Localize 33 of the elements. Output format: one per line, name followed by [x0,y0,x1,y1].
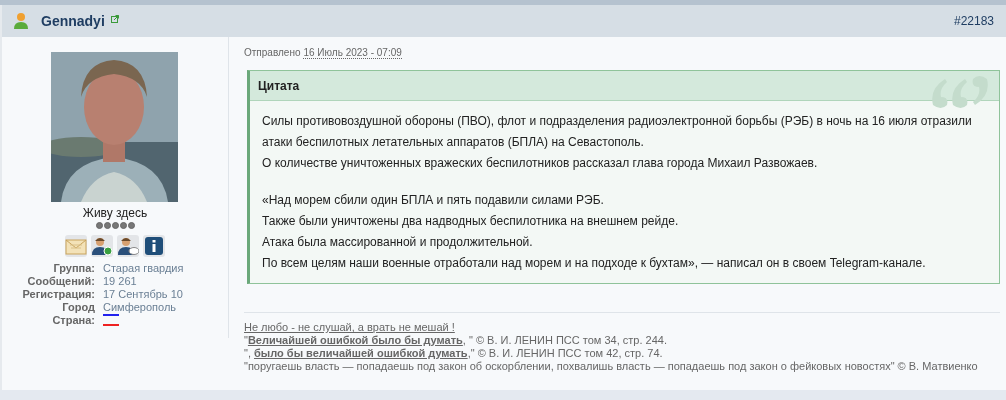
posted-label: Отправлено [244,47,301,59]
post-date: 16 Июль 2023 - 07:09 [303,47,402,59]
quote-text: Атака была массированной и продолжительной. [262,234,534,251]
quote-marks-icon [929,75,991,109]
field-label: Страна: [51,314,95,328]
field-value: Старая гвардия [103,262,185,274]
signature-link[interactable]: Не любо - не слушай, а врать не мешай ! [244,321,455,333]
quote-title: Цитата [258,78,300,93]
quote-text: По всем целям наши военные отработали над морем и на подходе к бухтам», — написал он в своем Telegram-канале. [262,255,927,272]
quote-text: атаки беспилотных летательных аппаратов (БПЛА) на Севастополь. [262,134,645,151]
member-title: Живу здесь [82,206,148,220]
field-value: 19 261 [103,275,138,287]
field-label: Регистрация: [21,288,95,300]
signature-text: "поругаешь власть — попадаешь под закон об оскорблении, похвалишь власть — попадаешь под закон о фейковых новостях" © В. Матвиенко [244,360,979,373]
post-number-link[interactable]: #22183 [953,14,994,28]
author-link[interactable]: Gennadyi [41,13,105,29]
field-label: Группа: [52,262,95,274]
external-link-icon[interactable] [110,15,119,23]
quote-text: О количестве уничтоженных вражеских беспилотников рассказал глава города Михаил Развожаев. [262,155,819,172]
quote-text: Также были уничтожены два надводных беспилотника на внешнем рейде. [262,213,680,230]
quote-text: Силы противовоздушной обороны (ПВО), флот и подразделения радиоэлектронной борьбы (РЭБ) в ночь на 16 июля отразили [262,113,973,130]
chat-user-button[interactable] [117,235,139,257]
signature-text: "Величайшей ошибкой было бы думать, " © В. И. ЛЕНИН ПСС том 34, стр. 244. [244,334,668,347]
info-button[interactable] [143,235,165,257]
add-friend-button[interactable] [91,235,113,257]
field-label: Сообщений: [26,275,95,287]
signature-text: ", было бы величайшей ошибкой думать," © В. И. ЛЕНИН ПСС том 42, стр. 74. [244,347,664,360]
field-value: Симферополь [103,301,178,313]
field-value: 17 Сентябрь 10 [103,288,184,300]
user-icon [13,12,29,30]
field-label: Город [61,301,95,313]
quote-text: «Над морем сбили один БПЛА и пять подавили силами РЭБ. [262,192,605,209]
flag-icon [103,314,119,326]
